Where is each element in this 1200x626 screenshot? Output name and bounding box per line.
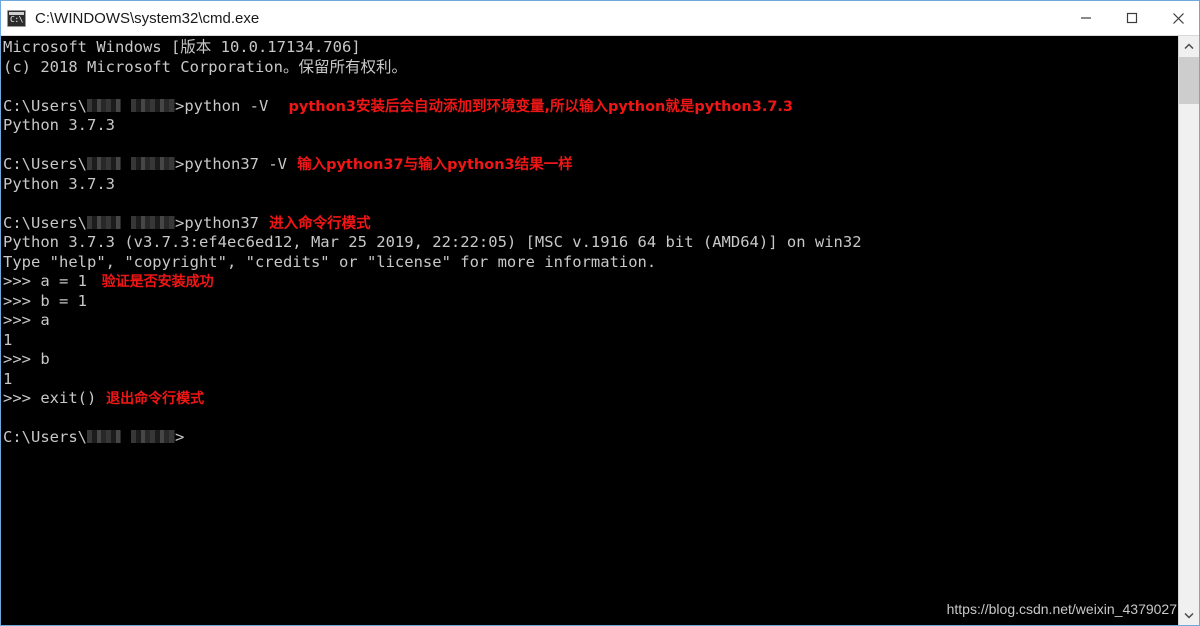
console-repl-line: >>> b — [3, 350, 1179, 370]
prompt-path: C:\Users\ — [3, 213, 87, 232]
scroll-up-button[interactable] — [1179, 36, 1199, 56]
masked-username-gap — [121, 157, 131, 170]
console-line-text: Python 3.7.3 — [3, 116, 115, 134]
maximize-icon — [1126, 12, 1138, 24]
cmd-icon-glyph: C:\ — [10, 14, 23, 24]
console-line-text: >>> exit() — [3, 389, 97, 407]
console-line-text: >>> b — [3, 350, 50, 368]
csdn-watermark: https://blog.csdn.net/weixin_4379027 — [946, 601, 1177, 617]
console-command-line: C:\Users\ >python37 进入命令行模式 — [3, 214, 1179, 234]
close-icon — [1172, 12, 1184, 24]
console-line: (c) 2018 Microsoft Corporation。保留所有权利。 — [3, 58, 1179, 78]
title-bar[interactable]: C:\ C:\WINDOWS\system32\cmd.exe — [1, 1, 1199, 36]
console-line: Microsoft Windows [版本 10.0.17134.706] — [3, 38, 1179, 58]
cmd-window: C:\ C:\WINDOWS\system32\cmd.exe Microsof… — [0, 0, 1200, 626]
annotation-text: 进入命令行模式 — [259, 216, 371, 232]
annotation-text: 验证是否安装成功 — [87, 274, 214, 290]
maximize-button[interactable] — [1109, 1, 1155, 35]
chevron-up-icon — [1184, 42, 1194, 49]
console-output-area[interactable]: Microsoft Windows [版本 10.0.17134.706] (c… — [1, 36, 1199, 625]
console-line: Python 3.7.3 (v3.7.3:ef4ec6ed12, Mar 25 … — [3, 233, 1179, 253]
console-line: Python 3.7.3 — [3, 175, 1179, 195]
console-command-line: C:\Users\ >python -V python3安装后会自动添加到环境变量… — [3, 97, 1179, 117]
masked-username-block — [87, 157, 121, 170]
masked-username-gap — [121, 99, 131, 112]
prompt-path: C:\Users\ — [3, 96, 87, 115]
console-line: 1 — [3, 370, 1179, 390]
cmd-console-icon: C:\ — [7, 9, 26, 27]
chevron-down-icon — [1184, 612, 1194, 619]
annotation-label: python3安装后会自动添加到环境变量,所以输入python就是python3… — [288, 98, 794, 115]
console-line-text: >>> b = 1 — [3, 291, 87, 310]
console-text-block: Microsoft Windows [版本 10.0.17134.706] (c… — [1, 38, 1179, 448]
console-line-text: >>> a — [3, 311, 50, 329]
console-line: Python 3.7.3 — [3, 116, 1179, 136]
masked-username-block — [87, 430, 121, 443]
console-line-text: Python 3.7.3 (v3.7.3:ef4ec6ed12, Mar 25 … — [3, 233, 862, 251]
console-line-text: >>> a = 1 — [3, 272, 87, 290]
masked-username-block — [131, 430, 175, 443]
close-button[interactable] — [1155, 1, 1199, 35]
console-repl-line: >>> a — [3, 311, 1179, 331]
console-line: 1 — [3, 331, 1179, 351]
console-line-text: Microsoft Windows [版本 10.0.17134.706] — [3, 38, 361, 56]
masked-username-block — [131, 157, 175, 170]
masked-username-gap — [121, 430, 131, 443]
prompt-caret: > — [175, 428, 185, 446]
console-repl-line: >>> exit() 退出命令行模式 — [3, 389, 1179, 409]
console-repl-line: >>> a = 1 验证是否安装成功 — [3, 272, 1179, 292]
annotation-text: 输入python37与输入python3结果一样 — [287, 157, 573, 173]
scrollbar-thumb[interactable] — [1179, 57, 1199, 104]
console-repl-line: >>> b = 1 — [3, 292, 1179, 312]
window-title: C:\WINDOWS\system32\cmd.exe — [35, 9, 260, 27]
console-line: Type "help", "copyright", "credits" or "… — [3, 253, 1179, 273]
annotation-label: 进入命令行模式 — [269, 215, 371, 232]
minimize-button[interactable] — [1063, 1, 1109, 35]
annotation-label: 输入python37与输入python3结果一样 — [297, 157, 573, 173]
typed-command: >python -V — [175, 96, 269, 115]
window-controls — [1063, 1, 1199, 35]
console-line-text: 1 — [3, 369, 13, 388]
masked-username-block — [131, 98, 175, 112]
console-command-line: C:\Users\ >python37 -V 输入python37与输入pytho… — [3, 155, 1179, 175]
console-prompt-line[interactable]: C:\Users\ > — [3, 428, 1179, 448]
annotation-text: python3安装后会自动添加到环境变量,所以输入python就是python3… — [268, 98, 794, 115]
masked-username-gap — [121, 216, 131, 229]
minimize-icon — [1081, 17, 1091, 19]
scroll-down-button[interactable] — [1179, 605, 1199, 625]
console-line-text: Python 3.7.3 — [3, 174, 115, 193]
masked-username-block — [87, 215, 121, 229]
console-line-text: Type "help", "copyright", "credits" or "… — [3, 252, 657, 271]
prompt-path: C:\Users\ — [3, 428, 87, 446]
masked-username-block — [87, 98, 121, 112]
typed-command: >python37 -V — [175, 155, 287, 173]
masked-username-block — [131, 215, 175, 229]
console-line-text: (c) 2018 Microsoft Corporation。保留所有权利。 — [3, 57, 407, 76]
annotation-text: 退出命令行模式 — [96, 391, 204, 407]
typed-command: >python37 — [175, 213, 259, 232]
annotation-label: 退出命令行模式 — [106, 391, 205, 407]
prompt-path: C:\Users\ — [3, 155, 87, 173]
console-line-text: 1 — [3, 330, 13, 349]
annotation-label: 验证是否安装成功 — [101, 274, 214, 290]
vertical-scrollbar[interactable] — [1178, 36, 1199, 625]
